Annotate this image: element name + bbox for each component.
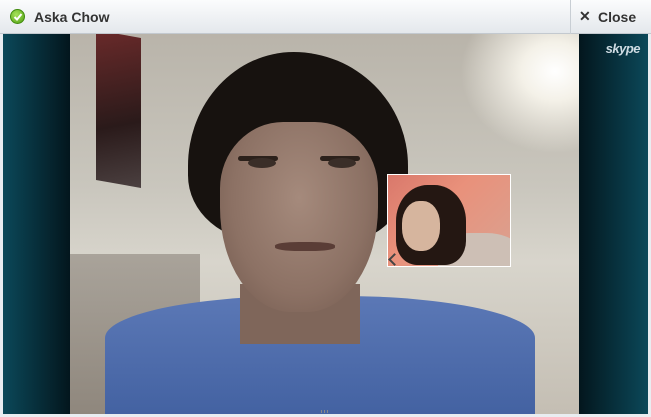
skype-logo: skype xyxy=(605,41,641,56)
close-icon: ✕ xyxy=(579,8,591,24)
close-button[interactable]: ✕ Close xyxy=(570,0,651,34)
contact-name: Aska Chow xyxy=(34,9,110,25)
self-view-video[interactable] xyxy=(387,174,511,267)
window-resize-grip[interactable] xyxy=(321,410,330,413)
video-border-right xyxy=(579,34,648,414)
online-status-icon xyxy=(10,9,25,24)
self-view-resize-icon[interactable] xyxy=(388,253,401,266)
video-border-left xyxy=(3,34,70,414)
close-button-label: Close xyxy=(598,9,637,25)
video-call-area: skype xyxy=(3,34,648,414)
window-titlebar: Aska Chow ✕ Close xyxy=(0,0,651,34)
